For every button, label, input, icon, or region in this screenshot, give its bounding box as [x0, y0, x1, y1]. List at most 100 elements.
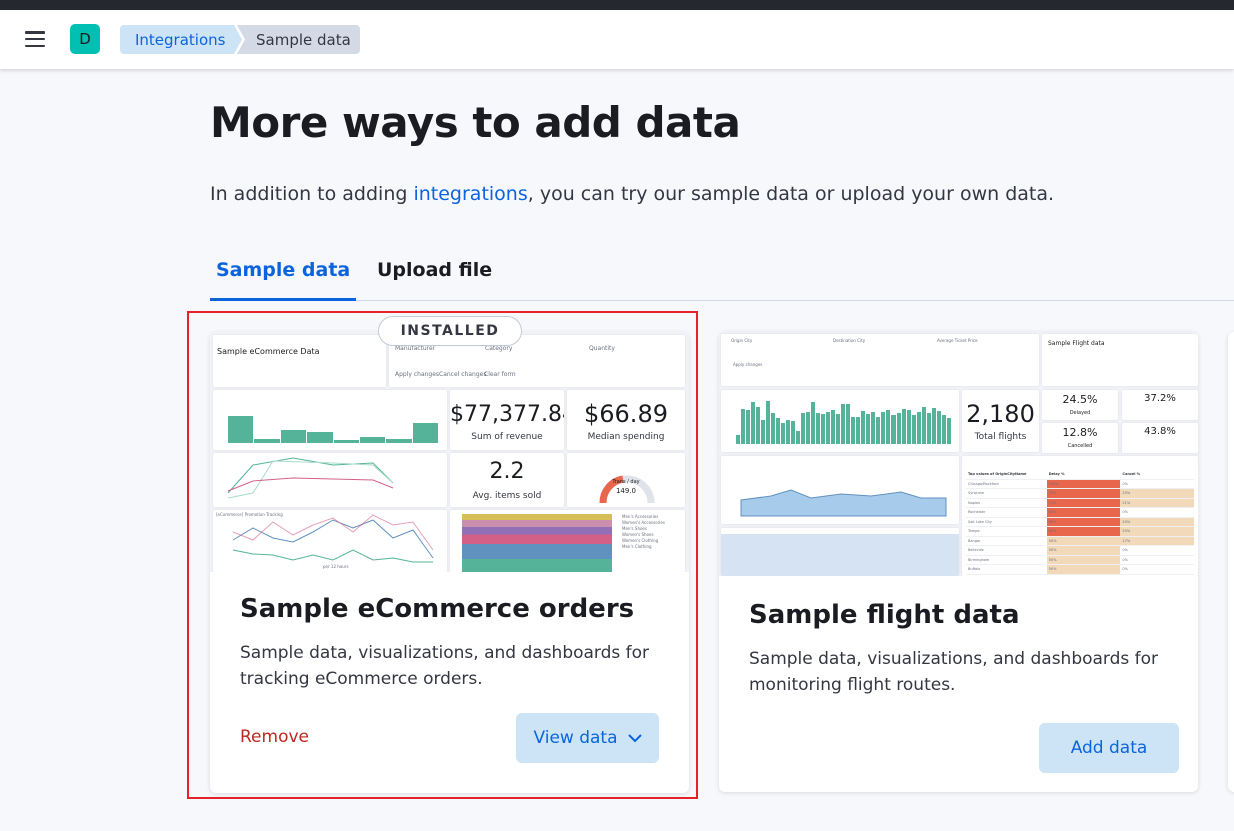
- table-row: Chicago/Rockford 100% 0%: [966, 479, 1194, 489]
- header: D Integrations Sample data: [0, 10, 1234, 69]
- integrations-link[interactable]: integrations: [413, 183, 527, 205]
- view-data-button[interactable]: View data: [516, 713, 659, 763]
- flight-count-bar: [906, 409, 911, 444]
- cancelled-vs-metric: 43.8%: [1122, 423, 1198, 453]
- table-cell: Chicago/Rockford: [968, 481, 999, 486]
- table-row: Belleville 50% 0%: [966, 546, 1194, 556]
- promotion-line-chart: [232, 514, 434, 563]
- promo-title: [eCommerce] Promotion Tracking: [216, 512, 283, 517]
- flight-count-bar: [776, 417, 781, 444]
- table-cell: 63%: [1046, 508, 1121, 517]
- table-cell: Naples: [968, 500, 980, 505]
- flight-count-bar: [876, 416, 881, 444]
- installed-badge: INSTALLED: [378, 316, 522, 346]
- remove-button[interactable]: Remove: [240, 727, 309, 747]
- flight-count-bar: [786, 419, 791, 444]
- top-bar: [0, 0, 1234, 10]
- subtitle-text: In addition to adding: [210, 183, 414, 205]
- flight-count-bar: [796, 430, 801, 444]
- table-cell: Rochester: [968, 510, 986, 514]
- total-flights-value: 2,180: [966, 400, 1035, 428]
- flight-count-bar: [811, 402, 816, 444]
- column-header: Cancel %: [1122, 472, 1141, 476]
- table-cell: 25%: [1120, 489, 1194, 498]
- table-cell: Tampa: [968, 529, 980, 533]
- flight-count-bar: [911, 415, 916, 444]
- breadcrumb-sample-data: Sample data: [237, 25, 360, 54]
- control-label: Manufacturer: [395, 345, 436, 352]
- card-title: Sample eCommerce orders: [240, 594, 635, 624]
- view-data-label: View data: [533, 728, 618, 748]
- table-row: Bangor 50% 17%: [966, 536, 1194, 546]
- table-row: Syracuse 75% 25%: [966, 489, 1194, 499]
- flight-count-bar: [801, 413, 806, 444]
- hamburger-menu-icon[interactable]: [25, 31, 45, 47]
- table-cell: 60%: [1046, 527, 1121, 536]
- table-header: Top values of OriginCityName Delay % Cance…: [966, 470, 1194, 480]
- cancelled-vs-value: 43.8%: [1144, 426, 1176, 437]
- flight-count-bar: [871, 412, 876, 444]
- table-cell: Salt Lake City: [968, 519, 992, 524]
- delay-type-panel: [721, 528, 959, 576]
- space-avatar[interactable]: D: [70, 24, 100, 54]
- flight-count-bar: [736, 435, 741, 444]
- table-cell: 20%: [1120, 517, 1194, 526]
- flight-count-bar: [896, 413, 901, 444]
- control-label: Quantity: [589, 345, 615, 352]
- flight-count-bar: [816, 413, 821, 444]
- tab-sample-data[interactable]: Sample data: [210, 256, 357, 301]
- flight-count-bar: [851, 416, 856, 444]
- control-label: Destination City: [833, 338, 866, 343]
- markdown-title: Sample Flight data: [1048, 340, 1105, 347]
- table-row: Salt Lake City 60% 20%: [966, 517, 1194, 527]
- table-cell: 100%: [1046, 479, 1121, 488]
- flight-count-bar: [751, 402, 756, 444]
- table-row: Tampa 60% 20%: [966, 527, 1194, 537]
- page-title: More ways to add data: [210, 98, 741, 147]
- ecommerce-card: Sample eCommerce Data Manufacturer Categ…: [210, 332, 689, 793]
- cancelled-label: Cancelled: [1067, 443, 1093, 449]
- flight-count-bar: [841, 404, 846, 444]
- table-cell: 50%: [1046, 536, 1121, 545]
- flight-markdown: Sample Flight data: [1042, 334, 1198, 386]
- breadcrumb-integrations[interactable]: Integrations: [120, 25, 242, 54]
- flight-count-bar: [941, 415, 946, 444]
- table-cell: 0%: [1122, 567, 1128, 571]
- gauge-value: 149.0: [615, 487, 637, 495]
- delayed-vs-metric: 37.2%: [1122, 390, 1198, 420]
- control-label: Average Ticket Price: [937, 338, 978, 343]
- tab-upload-file[interactable]: Upload file: [371, 256, 498, 300]
- add-data-button[interactable]: Add data: [1039, 723, 1179, 773]
- ecommerce-dashboard-preview: Sample eCommerce Data Manufacturer Categ…: [210, 332, 689, 572]
- total-flights-label: Total flights: [974, 432, 1027, 442]
- flight-count-bar: [826, 412, 831, 444]
- flight-count-bars: [736, 400, 951, 444]
- flight-dashboard-preview: Origin City Destination City Average Tic…: [719, 332, 1198, 576]
- apply-label: Apply changes: [395, 371, 440, 378]
- flight-count-bar: [756, 406, 761, 444]
- revenue-label: Sum of revenue: [471, 432, 543, 442]
- items-line-chart: [227, 457, 394, 499]
- table-cell: 71%: [1046, 498, 1121, 507]
- markdown-title: Sample eCommerce Data: [217, 347, 320, 356]
- chevron-down-icon: [627, 733, 642, 742]
- flight-count-bar: [846, 404, 851, 444]
- add-data-label: Add data: [1070, 738, 1148, 758]
- markdown-panel: Sample eCommerce Data: [213, 335, 386, 387]
- flight-count-bar: [821, 414, 826, 444]
- flight-count-bar: [916, 412, 921, 444]
- table-cell: Buffalo: [968, 567, 981, 571]
- flight-count-bar: [866, 414, 871, 444]
- revenue-metric: $77,377.84 Sum of revenue: [450, 390, 564, 450]
- subtitle-text: , you can try our sample data or upload …: [527, 183, 1055, 205]
- items-line-panel: [213, 453, 447, 507]
- flight-count-bar: [931, 407, 936, 444]
- promo-axis-label: per 12 hours: [323, 564, 349, 569]
- delayed-cities-table: Top values of OriginCityName Delay % Cance…: [962, 456, 1198, 576]
- cancelled-metric: 12.8% Cancelled: [1042, 423, 1118, 453]
- revenue-value: $77,377.84: [450, 402, 564, 427]
- card-title: Sample flight data: [749, 600, 1020, 630]
- column-header: Top values of OriginCityName: [968, 472, 1027, 476]
- tabs: Sample data Upload file: [210, 256, 1234, 301]
- cancel-label: Cancel changes: [439, 371, 487, 378]
